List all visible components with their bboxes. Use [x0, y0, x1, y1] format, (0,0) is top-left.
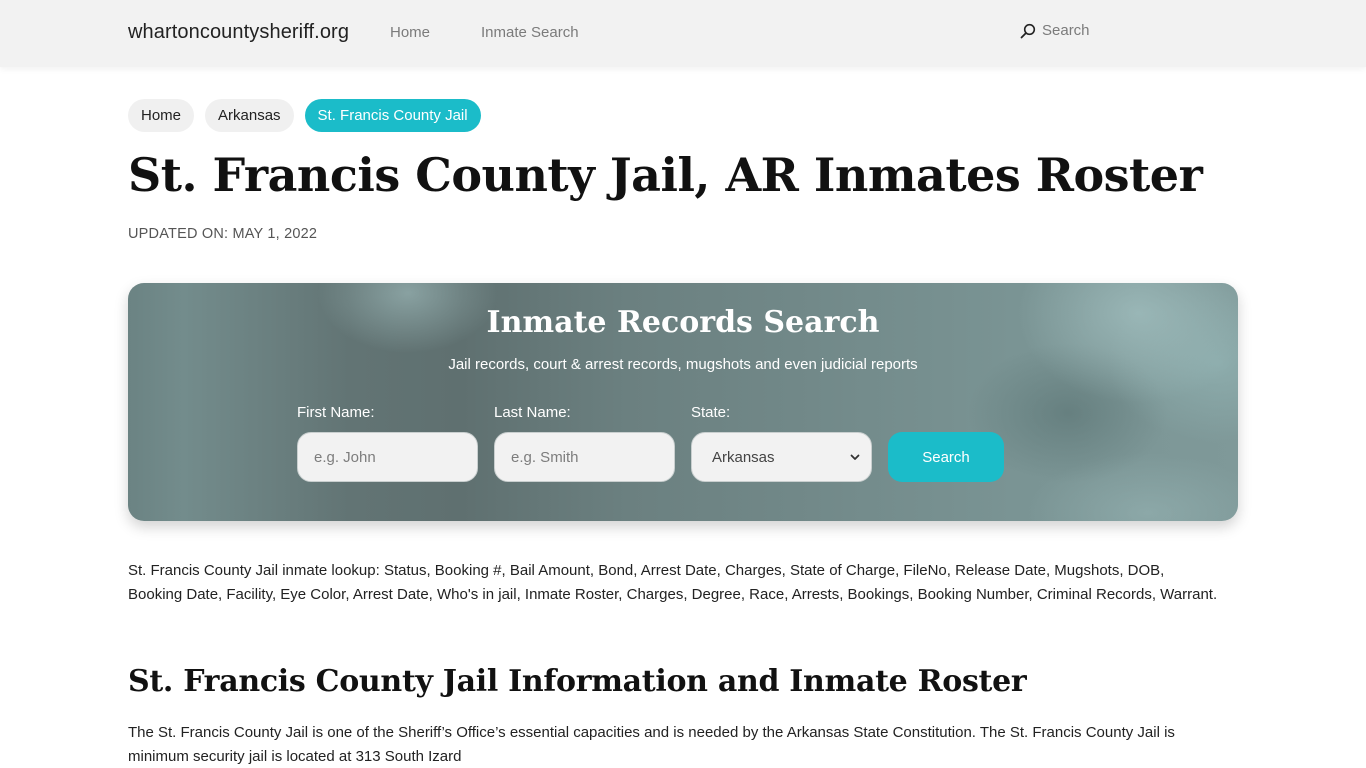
search-submit-button[interactable]: Search — [888, 432, 1004, 482]
updated-date: UPDATED ON: MAY 1, 2022 — [128, 226, 318, 242]
state-label: State: — [691, 404, 731, 421]
search-icon — [1020, 23, 1036, 38]
page-title: St. Francis County Jail, AR Inmates Rost… — [128, 148, 1203, 202]
header-search-button[interactable]: Search — [1020, 22, 1090, 39]
search-panel-title: Inmate Records Search — [486, 305, 880, 340]
breadcrumb: Home Arkansas St. Francis County Jail — [128, 99, 481, 132]
inmate-search-panel: Inmate Records Search Jail records, cour… — [128, 283, 1238, 521]
nav-home-link[interactable]: Home — [390, 24, 430, 41]
breadcrumb-arkansas[interactable]: Arkansas — [205, 99, 294, 132]
breadcrumb-current-jail[interactable]: St. Francis County Jail — [304, 99, 481, 132]
breadcrumb-home[interactable]: Home — [128, 99, 195, 132]
first-name-label: First Name: — [297, 404, 375, 421]
search-panel-subtitle: Jail records, court & arrest records, mu… — [448, 356, 918, 373]
header-search-label: Search — [1042, 22, 1090, 39]
inmate-lookup-description: St. Francis County Jail inmate lookup: S… — [128, 562, 1218, 603]
first-name-input[interactable] — [297, 432, 478, 482]
chevron-down-icon — [850, 454, 860, 460]
last-name-label: Last Name: — [494, 404, 571, 421]
section-intro-text: The St. Francis County Jail is one of th… — [128, 724, 1175, 765]
site-header: whartoncountysheriff.org Home Inmate Sea… — [0, 0, 1366, 67]
section-heading: St. Francis County Jail Information and … — [128, 664, 1027, 699]
state-select[interactable]: Arkansas — [691, 432, 872, 482]
site-brand-link[interactable]: whartoncountysheriff.org — [128, 21, 349, 44]
last-name-input[interactable] — [494, 432, 675, 482]
state-select-value: Arkansas — [712, 448, 775, 466]
nav-inmate-search-link[interactable]: Inmate Search — [481, 24, 579, 41]
